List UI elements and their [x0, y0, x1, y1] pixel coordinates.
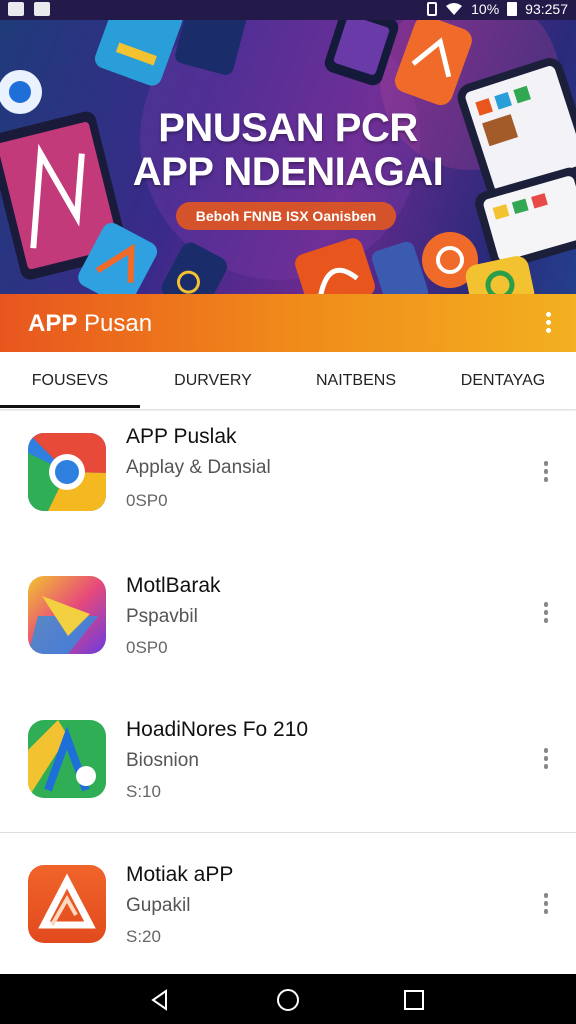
tab-fousevs[interactable]: FOUSEVS	[0, 352, 140, 410]
app-meta: S:10	[126, 782, 161, 801]
item-menu-icon[interactable]	[542, 461, 550, 485]
clock: 93:257	[525, 1, 568, 17]
battery-icon	[507, 2, 518, 16]
overflow-menu-icon[interactable]	[544, 312, 552, 336]
notification-icon	[34, 2, 50, 16]
app-name: MotlBarak	[126, 574, 221, 597]
promo-banner[interactable]: PNUSAN PCR APP NDENIAGAI Beboh FNNB ISX …	[0, 20, 576, 294]
app-bar-title: APP Pusan	[28, 310, 152, 338]
triangle-logo-icon	[28, 865, 106, 943]
banner-cta[interactable]: Beboh FNNB ISX Oanisben	[176, 202, 396, 230]
tab-bar: FOUSEVS DURVERY NAITBENS DENTAYAG	[0, 352, 576, 410]
item-menu-icon[interactable]	[542, 893, 550, 917]
list-item[interactable]: APP Puslak Applay & Dansial 0SP0	[0, 411, 576, 556]
app-bar-title-bold: APP	[28, 310, 78, 337]
app-subtitle: Biosnion	[126, 750, 199, 771]
active-tab-indicator	[0, 405, 140, 408]
app-name: Motiak aPP	[126, 863, 234, 886]
list-item[interactable]: HoadiNores Fo 210 Biosnion S:10	[0, 688, 576, 833]
app-bar: APP Pusan	[0, 294, 576, 352]
banner-title-line1: PNUSAN PCR	[158, 106, 418, 150]
chrome-icon	[28, 433, 106, 511]
banner-title-line2: APP NDENIAGAI	[132, 150, 444, 194]
app-meta: S:20	[126, 927, 161, 946]
app-subtitle: Pspavbil	[126, 606, 198, 627]
back-icon[interactable]	[148, 988, 172, 1012]
list-item[interactable]: Motiak aPP Gupakil S:20	[0, 833, 576, 975]
vibrate-icon	[427, 2, 438, 16]
tab-naitbens[interactable]: NAITBENS	[284, 352, 428, 410]
tab-durvery[interactable]: DURVERY	[142, 352, 284, 410]
app-name: APP Puslak	[126, 425, 237, 448]
app-meta: 0SP0	[126, 491, 168, 510]
battery-percent: 10%	[471, 1, 500, 17]
system-nav-bar	[0, 974, 576, 1024]
item-menu-icon[interactable]	[542, 748, 550, 772]
list-item[interactable]: MotlBarak Pspavbil 0SP0	[0, 544, 576, 689]
recents-icon[interactable]	[402, 988, 426, 1012]
app-meta: 0SP0	[126, 638, 168, 657]
app-bar-title-rest: Pusan	[84, 310, 153, 337]
arrow-gradient-icon	[28, 576, 106, 654]
home-icon[interactable]	[276, 988, 300, 1012]
app-subtitle: Gupakil	[126, 895, 191, 916]
item-menu-icon[interactable]	[542, 602, 550, 626]
status-bar: 10% 93:257	[0, 0, 576, 20]
tab-dentayag[interactable]: DENTAYAG	[430, 352, 576, 410]
app-subtitle: Applay & Dansial	[126, 457, 271, 478]
wifi-icon	[446, 3, 463, 15]
notification-icon	[8, 2, 24, 16]
app-name: HoadiNores Fo 210	[126, 718, 309, 741]
drive-arc-icon	[28, 720, 106, 798]
